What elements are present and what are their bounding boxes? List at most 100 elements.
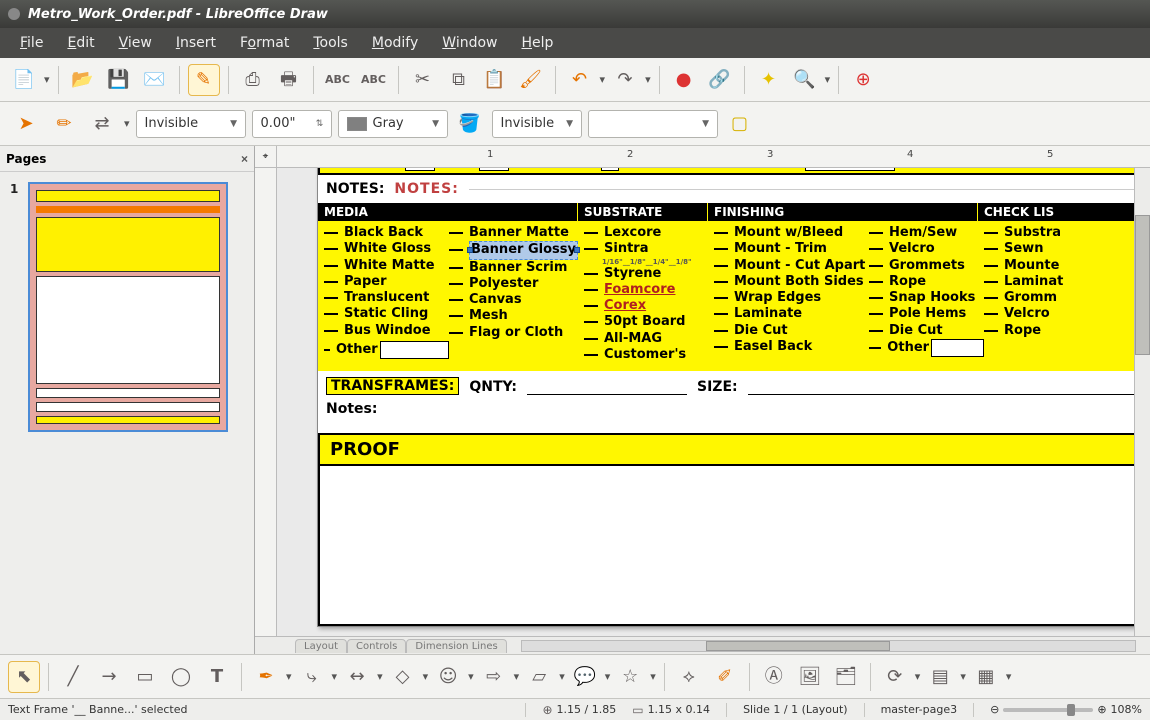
block-arrows-tool[interactable]: ⇨: [478, 661, 510, 693]
curve-tool[interactable]: ✒: [250, 661, 282, 693]
vertical-ruler[interactable]: [255, 168, 277, 636]
window-control-icon[interactable]: [8, 8, 20, 20]
dropdown-icon[interactable]: ▾: [559, 670, 565, 683]
zoom-value[interactable]: 108%: [1111, 703, 1142, 716]
dropdown-icon[interactable]: ▾: [600, 73, 606, 86]
flowchart-tool[interactable]: ▱: [523, 661, 555, 693]
line-style-select[interactable]: Invisible ▼: [136, 110, 246, 138]
line-tool[interactable]: ╱: [57, 661, 89, 693]
menu-edit[interactable]: Edit: [57, 31, 104, 55]
zoom-button[interactable]: 🔍: [789, 64, 821, 96]
area-style-select[interactable]: Invisible ▼: [492, 110, 582, 138]
select-tool[interactable]: ⬉: [8, 661, 40, 693]
dropdown-icon[interactable]: ▾: [514, 670, 520, 683]
page-scroll-area[interactable]: FILE READ IN PRID NUMBER NOTES: NOTES: M…: [277, 168, 1134, 636]
dropdown-icon[interactable]: ▾: [423, 670, 429, 683]
arrows-button[interactable]: ⇄: [86, 108, 118, 140]
symbol-shapes-tool[interactable]: ☺: [432, 661, 464, 693]
arrow-tool[interactable]: →: [93, 661, 125, 693]
line-style-button[interactable]: ✏: [48, 108, 80, 140]
zoom-slider-knob[interactable]: [1067, 704, 1075, 716]
menu-modify[interactable]: Modify: [362, 31, 428, 55]
page-thumbnail[interactable]: [28, 182, 228, 432]
menu-file[interactable]: File: [10, 31, 53, 55]
hyperlink-button[interactable]: 🔗: [704, 64, 736, 96]
chart-button[interactable]: ●: [668, 64, 700, 96]
new-button[interactable]: 📄: [8, 64, 40, 96]
zoom-out-icon[interactable]: ⊖: [990, 703, 999, 716]
paste-button[interactable]: 📋: [479, 64, 511, 96]
tab-dimension[interactable]: Dimension Lines: [406, 639, 506, 653]
arrow-style-button[interactable]: ➤: [10, 108, 42, 140]
text-tool[interactable]: T: [201, 661, 233, 693]
dropdown-icon[interactable]: ▾: [825, 73, 831, 86]
points-tool[interactable]: ⟡: [673, 661, 705, 693]
menu-tools[interactable]: Tools: [303, 31, 358, 55]
copy-button[interactable]: ⧉: [443, 64, 475, 96]
dropdown-icon[interactable]: ▾: [645, 73, 651, 86]
dropdown-icon[interactable]: ▾: [605, 670, 611, 683]
effects-tool[interactable]: ⟳: [879, 661, 911, 693]
menu-insert[interactable]: Insert: [166, 31, 226, 55]
arrange-tool[interactable]: ▦: [970, 661, 1002, 693]
scrollbar-thumb[interactable]: [1135, 215, 1150, 355]
save-button[interactable]: 💾: [103, 64, 135, 96]
selected-text-frame[interactable]: Banner Glossy: [469, 241, 578, 259]
menu-window[interactable]: Window: [432, 31, 507, 55]
undo-button[interactable]: ↶: [564, 64, 596, 96]
area-color-select[interactable]: ▼: [588, 110, 718, 138]
pages-panel-body[interactable]: 1: [0, 172, 254, 654]
autospell-button[interactable]: ABC: [358, 64, 390, 96]
open-button[interactable]: 📂: [67, 64, 99, 96]
align-tool[interactable]: ▤: [924, 661, 956, 693]
scrollbar-thumb[interactable]: [706, 641, 890, 651]
horizontal-scrollbar[interactable]: [521, 640, 1136, 652]
zoom-controls[interactable]: ⊖ ⊕ 108%: [990, 703, 1142, 716]
zoom-slider[interactable]: [1003, 708, 1093, 712]
dropdown-icon[interactable]: ▾: [286, 670, 292, 683]
dropdown-icon[interactable]: ▾: [650, 670, 656, 683]
basic-shapes-tool[interactable]: ◇: [387, 661, 419, 693]
redo-button[interactable]: ↷: [609, 64, 641, 96]
dropdown-icon[interactable]: ▾: [332, 670, 338, 683]
format-paintbrush-button[interactable]: 🖌: [515, 64, 547, 96]
from-file-tool[interactable]: 🖼: [794, 661, 826, 693]
ellipse-tool[interactable]: ◯: [165, 661, 197, 693]
zoom-in-icon[interactable]: ⊕: [1097, 703, 1106, 716]
spellcheck-button[interactable]: ABC: [322, 64, 354, 96]
shadow-button[interactable]: ▢: [724, 108, 756, 140]
dropdown-icon[interactable]: ▾: [915, 670, 921, 683]
vertical-scrollbar[interactable]: [1134, 168, 1150, 636]
connector-tool[interactable]: ⤷: [296, 661, 328, 693]
edit-file-button[interactable]: ✎: [188, 64, 220, 96]
gallery-tool[interactable]: 🗂: [830, 661, 862, 693]
line-width-select[interactable]: 0.00" ⇅: [252, 110, 332, 138]
dropdown-icon[interactable]: ▾: [468, 670, 474, 683]
document-page[interactable]: FILE READ IN PRID NUMBER NOTES: NOTES: M…: [317, 168, 1134, 627]
dropdown-icon[interactable]: ▾: [377, 670, 383, 683]
stars-tool[interactable]: ☆: [614, 661, 646, 693]
menu-help[interactable]: Help: [511, 31, 563, 55]
dropdown-icon[interactable]: ▾: [44, 73, 50, 86]
rectangle-tool[interactable]: ▭: [129, 661, 161, 693]
dropdown-icon[interactable]: ▾: [124, 117, 130, 130]
fontwork-tool[interactable]: Ⓐ: [758, 661, 790, 693]
help-button[interactable]: ⊕: [847, 64, 879, 96]
print-button[interactable]: 🖶: [273, 64, 305, 96]
email-button[interactable]: ✉️: [139, 64, 171, 96]
navigator-button[interactable]: ✦: [753, 64, 785, 96]
menu-view[interactable]: View: [109, 31, 162, 55]
lines-arrows-tool[interactable]: ↔: [341, 661, 373, 693]
line-color-select[interactable]: Gray ▼: [338, 110, 448, 138]
area-fill-button[interactable]: 🪣: [454, 108, 486, 140]
cut-button[interactable]: ✂: [407, 64, 439, 96]
export-pdf-button[interactable]: ⎙: [237, 64, 269, 96]
tab-layout[interactable]: Layout: [295, 639, 347, 653]
glue-tool[interactable]: ✐: [709, 661, 741, 693]
menu-format[interactable]: Format: [230, 31, 299, 55]
tab-controls[interactable]: Controls: [347, 639, 406, 653]
dropdown-icon[interactable]: ▾: [1006, 670, 1012, 683]
horizontal-ruler[interactable]: 1 2 3 4 5: [277, 146, 1150, 167]
callout-tool[interactable]: 💬: [569, 661, 601, 693]
close-icon[interactable]: ×: [241, 152, 248, 166]
